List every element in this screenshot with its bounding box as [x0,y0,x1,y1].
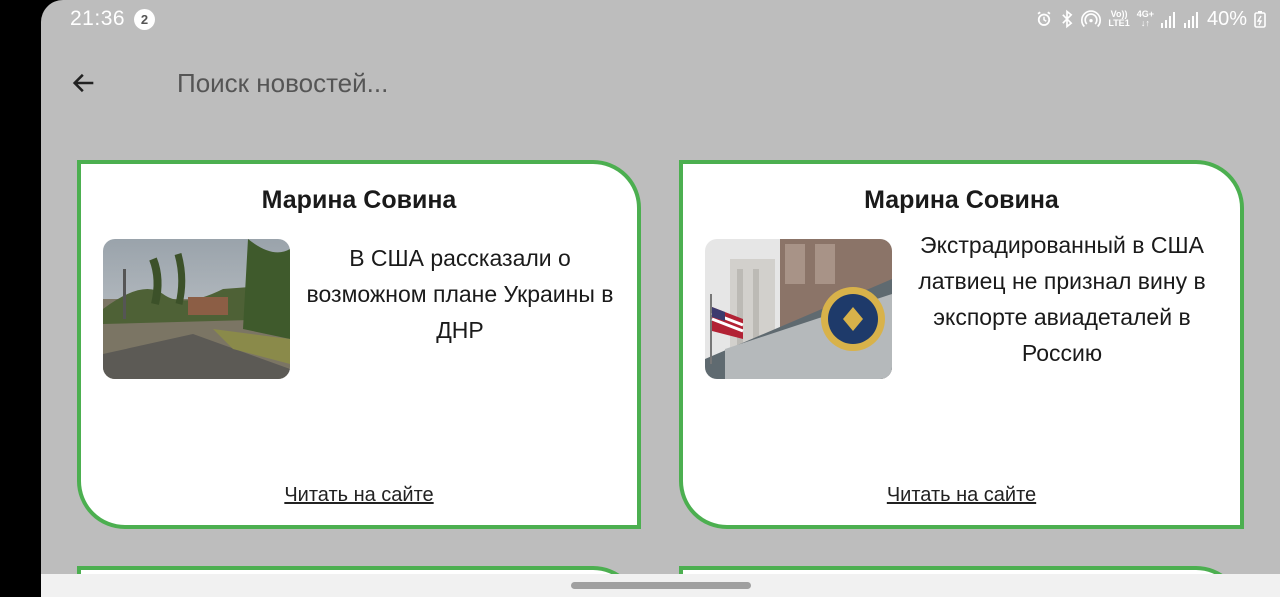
battery-level: 40% [1206,7,1247,30]
read-on-site-link[interactable]: Читать на сайте [81,484,637,507]
news-card[interactable]: Марина Совина В США рассказали о возможн… [77,160,641,529]
alarm-icon [1035,10,1053,28]
news-title: В США рассказали о возможном плане Украи… [306,245,614,343]
app-bar [41,50,1280,114]
bluetooth-icon [1060,9,1074,29]
gesture-handle[interactable] [571,582,751,589]
hotspot-icon [1081,9,1102,29]
notification-badge: 2 [134,9,155,30]
battery-charging-icon [1254,10,1266,28]
status-icons: Vo)) LTE1 4G+ ↓↑ 40% [1035,6,1266,32]
signal-icon-1 [1160,10,1177,28]
search-input[interactable] [177,64,877,102]
card-author: Марина Совина [261,186,457,214]
volte-icon: Vo)) LTE1 [1108,9,1130,28]
news-title: Экстрадированный в США латвиец не призна… [918,232,1206,366]
status-time: 21:36 [70,7,126,30]
card-author: Марина Совина [864,186,1059,214]
app-screen: 21:36 2 Vo)) LTE1 4G+ ↓↑ 40% Поиск новос… [41,0,1280,597]
back-button[interactable] [67,66,101,100]
arrow-back-icon [72,73,94,93]
navigation-bar [41,574,1280,597]
signal-icon-2 [1183,10,1200,28]
news-image [705,239,892,379]
read-on-site-link[interactable]: Читать на сайте [683,484,1240,507]
news-image [103,239,290,379]
network-4g-icon: 4G+ ↓↑ [1136,9,1154,28]
news-card[interactable]: Марина Совина Экстрадированный в США лат… [679,160,1244,529]
status-bar: 21:36 2 Vo)) LTE1 4G+ ↓↑ 40% [41,0,1280,38]
